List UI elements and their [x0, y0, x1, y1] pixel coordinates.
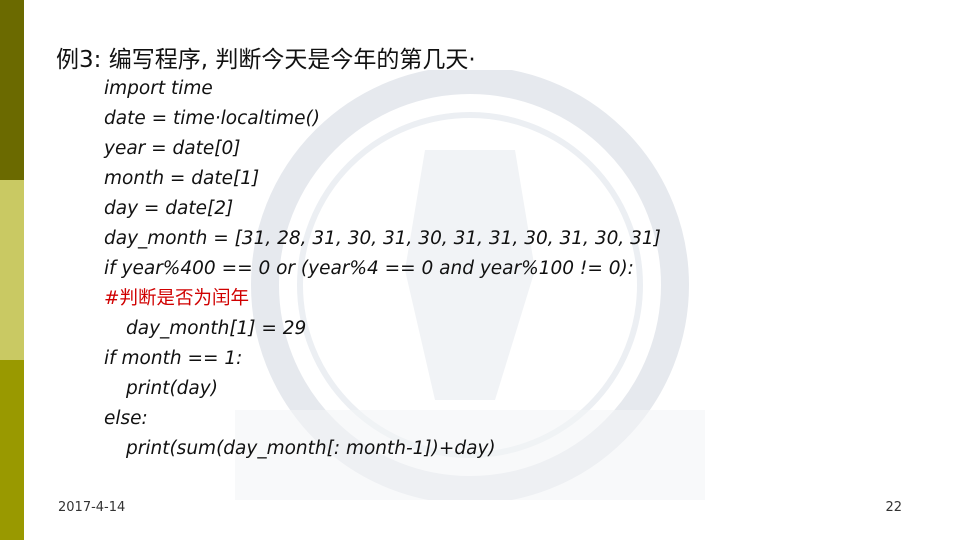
- code-line: if year%400 == 0 or (year%4 == 0 and yea…: [104, 258, 634, 279]
- code-line: date = time·localtime(): [104, 108, 320, 129]
- code-line: print(sum(day_month[: month-1])+day): [126, 438, 496, 459]
- code-line: print(day): [126, 378, 218, 399]
- slide-page-number: 22: [885, 500, 902, 515]
- code-line: if month == 1:: [104, 348, 243, 369]
- accent-bar-middle: [0, 180, 24, 360]
- code-line: month = date[1]: [104, 168, 260, 189]
- code-line: day_month[1] = 29: [126, 318, 307, 339]
- code-line: day_month = [31, 28, 31, 30, 31, 30, 31,…: [104, 228, 661, 249]
- accent-bar-bottom: [0, 360, 24, 540]
- slide-title: 例3: 编写程序, 判断今天是今年的第几天·: [56, 47, 476, 73]
- accent-bar-top: [0, 0, 24, 180]
- code-comment: #判断是否为闰年: [104, 288, 250, 309]
- code-line: day = date[2]: [104, 198, 234, 219]
- code-line: else:: [104, 408, 148, 429]
- code-line: year = date[0]: [104, 138, 241, 159]
- slide-date: 2017-4-14: [58, 500, 126, 515]
- code-line: import time: [104, 78, 213, 99]
- code-block: import time date = time·localtime() year…: [104, 74, 661, 464]
